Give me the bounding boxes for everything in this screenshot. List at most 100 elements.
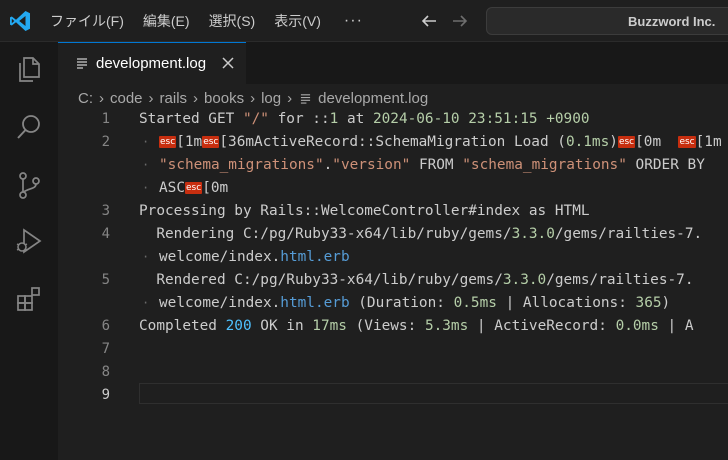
menu-selection[interactable]: 選択(S) bbox=[209, 11, 256, 31]
line-number: 8 bbox=[101, 364, 110, 380]
arrow-left-icon[interactable] bbox=[420, 12, 438, 30]
code-line-wrapped[interactable]: · "schema_migrations"."version" FROM "sch… bbox=[58, 154, 728, 177]
line-number: 1 bbox=[101, 111, 110, 127]
menu-file[interactable]: ファイル(F) bbox=[50, 11, 124, 31]
chevron-right-icon: › bbox=[287, 89, 293, 107]
code-token: html.erb bbox=[280, 295, 350, 311]
line-number: 9 bbox=[101, 387, 110, 403]
code-token: "version" bbox=[332, 157, 411, 173]
code-line-wrapped[interactable]: · welcome/index.html.erb bbox=[58, 246, 728, 269]
chevron-right-icon: › bbox=[99, 89, 104, 107]
code-line-wrapped[interactable]: · welcome/index.html.erb (Duration: 0.5ms… bbox=[58, 292, 728, 315]
explorer-icon[interactable] bbox=[14, 54, 44, 84]
code-token: 0.0ms bbox=[615, 318, 659, 334]
code-token: (Views: bbox=[346, 318, 425, 334]
code-editor[interactable]: 1 Started GET "/" for ::1 at 2024-06-10 2… bbox=[58, 110, 728, 460]
breadcrumb: C: › code › rails › books › log › develo… bbox=[78, 86, 428, 110]
code-token: [36mActiveRecord::SchemaMigration Load ( bbox=[219, 134, 566, 150]
code-line-wrapped[interactable]: · ASCesc[0m bbox=[58, 177, 728, 200]
code-token: ) bbox=[661, 295, 671, 311]
tab-bar: development.log bbox=[58, 42, 728, 84]
wrap-indent-marker: · bbox=[142, 296, 150, 310]
wrap-indent-marker: · bbox=[142, 135, 150, 149]
menu-more[interactable]: ··· bbox=[344, 12, 363, 30]
search-box-label: Buzzword Inc. bbox=[628, 14, 716, 29]
code-line[interactable]: 3 Processing by Rails::WelcomeController#… bbox=[58, 200, 728, 223]
code-token: | ActiveRecord: bbox=[468, 318, 616, 334]
activity-bar bbox=[0, 42, 58, 460]
code-line[interactable]: 2 · esc[1mesc[36mActiveRecord::SchemaMigra… bbox=[58, 131, 728, 154]
code-line[interactable]: 9 bbox=[58, 384, 728, 407]
code-token: 0.5ms bbox=[453, 295, 497, 311]
code-text: Started GET "/" for ::1 at 2024-06-10 23… bbox=[139, 110, 590, 131]
menu-edit[interactable]: 編集(E) bbox=[143, 11, 190, 31]
command-center-search[interactable]: Buzzword Inc. bbox=[486, 7, 728, 35]
code-token: FROM bbox=[410, 157, 463, 173]
chevron-right-icon: › bbox=[250, 89, 256, 107]
breadcrumb-log[interactable]: log bbox=[261, 90, 281, 107]
escape-char-badge: esc bbox=[202, 136, 220, 148]
code-line[interactable]: 7 bbox=[58, 338, 728, 361]
code-text: welcome/index.html.erb bbox=[159, 246, 350, 269]
menu-view[interactable]: 表示(V) bbox=[274, 11, 321, 31]
code-token: [0m bbox=[202, 180, 229, 196]
code-token: ) bbox=[609, 134, 618, 150]
code-text: welcome/index.html.erb (Duration: 0.5ms … bbox=[159, 292, 670, 315]
tab-development-log[interactable]: development.log bbox=[58, 42, 246, 84]
wrap-indent-marker: · bbox=[142, 181, 150, 195]
code-token: "schema_migrations" bbox=[159, 157, 324, 173]
code-line[interactable]: 1 Started GET "/" for ::1 at 2024-06-10 2… bbox=[58, 110, 728, 131]
line-number: 2 bbox=[101, 134, 110, 150]
code-token: html.erb bbox=[280, 249, 350, 265]
code-token: [1m bbox=[176, 134, 203, 150]
code-text: esc[1mesc[36mActiveRecord::SchemaMigrati… bbox=[159, 131, 722, 154]
run-debug-icon[interactable] bbox=[14, 226, 44, 256]
code-token: Rendered C:/pg/Ruby33-x64/lib/ruby/gems/ bbox=[139, 272, 503, 288]
code-text: Completed 200 OK in 17ms (Views: 5.3ms |… bbox=[139, 315, 694, 338]
lines-file-icon bbox=[301, 93, 311, 104]
code-token: /gems/railties-7. bbox=[546, 272, 694, 288]
breadcrumb-books[interactable]: books bbox=[204, 90, 244, 107]
extensions-icon[interactable] bbox=[14, 284, 44, 314]
escape-char-badge: esc bbox=[678, 136, 696, 148]
wrap-indent-marker: · bbox=[142, 158, 150, 172]
code-token: 17ms bbox=[312, 318, 347, 334]
code-token: 2024-06-10 23:51:15 +0900 bbox=[372, 111, 590, 127]
code-token: [0m bbox=[635, 134, 679, 150]
code-token: ORDER BY bbox=[626, 157, 705, 173]
breadcrumb-code[interactable]: code bbox=[110, 90, 143, 107]
code-token: "/" bbox=[242, 111, 269, 127]
code-text: Rendering C:/pg/Ruby33-x64/lib/ruby/gems… bbox=[139, 223, 702, 246]
escape-char-badge: esc bbox=[159, 136, 177, 148]
line-number: 5 bbox=[101, 272, 110, 288]
code-token: Started GET bbox=[139, 111, 243, 127]
code-token: 3.3.0 bbox=[502, 272, 547, 288]
code-token: /gems/railties-7. bbox=[554, 226, 703, 242]
escape-char-badge: esc bbox=[617, 136, 636, 148]
code-token: 5.3ms bbox=[424, 318, 469, 334]
code-token: Rendering C:/pg/Ruby33-x64/lib/ruby/gems… bbox=[139, 226, 512, 242]
breadcrumb-rails[interactable]: rails bbox=[160, 90, 188, 107]
code-line[interactable]: 8 bbox=[58, 361, 728, 384]
code-text: "schema_migrations"."version" FROM "sche… bbox=[159, 154, 705, 177]
search-icon[interactable] bbox=[14, 112, 44, 142]
tab-label: development.log bbox=[96, 55, 207, 72]
breadcrumb-file[interactable]: development.log bbox=[318, 90, 428, 107]
code-token: 0.1ms bbox=[565, 134, 610, 150]
code-line[interactable]: 6 Completed 200 OK in 17ms (Views: 5.3ms … bbox=[58, 315, 728, 338]
code-line[interactable]: 4 Rendering C:/pg/Ruby33-x64/lib/ruby/ge… bbox=[58, 223, 728, 246]
close-icon[interactable] bbox=[222, 57, 234, 69]
source-control-icon[interactable] bbox=[14, 170, 44, 200]
code-token: (Duration: bbox=[349, 295, 454, 311]
code-text: ASCesc[0m bbox=[159, 177, 228, 200]
title-bar: ファイル(F) 編集(E) 選択(S) 表示(V) ··· Buzzword I… bbox=[0, 0, 728, 42]
code-token: welcome/index. bbox=[159, 295, 281, 311]
arrow-right-icon[interactable] bbox=[451, 12, 469, 30]
chevron-right-icon: › bbox=[148, 89, 154, 107]
code-token: welcome/index. bbox=[159, 249, 281, 265]
code-token: ASC bbox=[159, 180, 185, 196]
code-line[interactable]: 5 Rendered C:/pg/Ruby33-x64/lib/ruby/gem… bbox=[58, 269, 728, 292]
code-token: 365 bbox=[635, 295, 662, 311]
code-token: Completed bbox=[139, 318, 226, 334]
breadcrumb-drive[interactable]: C: bbox=[78, 90, 93, 107]
